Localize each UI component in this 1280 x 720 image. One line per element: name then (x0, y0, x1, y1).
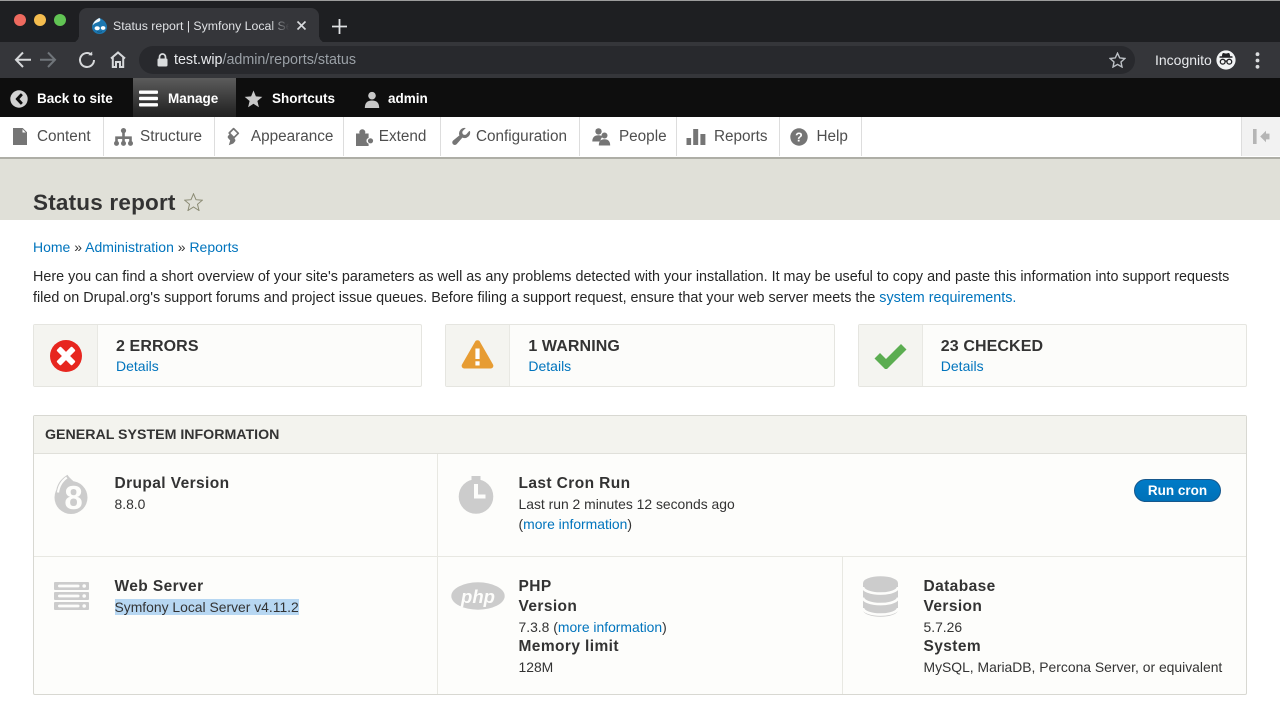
svg-text:php: php (460, 586, 495, 607)
svg-text:?: ? (796, 130, 804, 144)
svg-text:8: 8 (64, 479, 82, 514)
